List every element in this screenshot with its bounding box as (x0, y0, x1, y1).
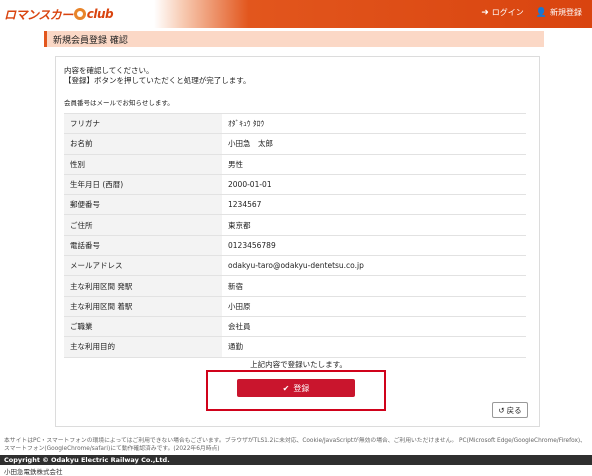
table-row: 電話番号 0123456789 (64, 234, 526, 257)
register-label: 登録 (293, 383, 310, 393)
row-label: 主な利用区間 発駅 (64, 275, 222, 297)
row-label: フリガナ (64, 112, 222, 135)
row-value: 2000-01-01 (222, 173, 526, 196)
row-label: 郵便番号 (64, 194, 222, 216)
logo-text-romancecar: ロマンスカー (4, 7, 73, 22)
row-label: ご住所 (64, 214, 222, 236)
registration-details-table: フリガナ ｵﾀﾞｷｭｳ ﾀﾛｳ お名前 小田急 太郎 性別 男性 生年月日 (西暦) 2… (64, 112, 526, 358)
intro-line-1: 内容を確認してください。 (64, 66, 154, 75)
signup-label: 新規登録 (550, 8, 582, 17)
row-value: 小田急 太郎 (222, 133, 526, 155)
table-row: 生年月日 (西暦) 2000-01-01 (64, 173, 526, 196)
check-icon: ✔ (282, 383, 290, 393)
header-links: ➜ ログイン 👤 新規登録 (481, 7, 582, 18)
row-value: 会社員 (222, 315, 526, 338)
logo-text-club: club (86, 7, 114, 21)
table-row: 主な利用区間 着駅 小田原 (64, 295, 526, 317)
row-label: 生年月日 (西暦) (64, 173, 222, 196)
intro-line-2: 【登録】ボタンを押していただくと処理が完了します。 (64, 76, 251, 85)
footer-note: 本サイトはPC・スマートフォンの環境によってはご利用できない場合もございます。ブ… (4, 438, 586, 452)
page-title-bar: 新規会員登録 確認 (44, 31, 544, 47)
row-value: 東京都 (222, 214, 526, 236)
confirm-message: 上記内容で登録いたします。 (250, 360, 347, 369)
page-title: 新規会員登録 確認 (53, 36, 128, 46)
row-value: 男性 (222, 153, 526, 175)
table-row: 主な利用目的 通勤 (64, 336, 526, 358)
intro-text: 内容を確認してください。 【登録】ボタンを押していただくと処理が完了します。 (64, 66, 251, 86)
back-button[interactable]: ↺ 戻る (492, 402, 528, 418)
table-row: 郵便番号 1234567 (64, 194, 526, 216)
login-link[interactable]: ➜ ログイン (481, 7, 524, 18)
row-label: お名前 (64, 133, 222, 155)
table-row: お名前 小田急 太郎 (64, 133, 526, 155)
row-value: ｵﾀﾞｷｭｳ ﾀﾛｳ (222, 112, 526, 135)
row-label: 電話番号 (64, 234, 222, 257)
row-value: 0123456789 (222, 234, 526, 257)
table-row: 性別 男性 (64, 153, 526, 175)
logo-mark-icon (73, 8, 86, 20)
table-row: ご職業 会社員 (64, 315, 526, 338)
row-value: odakyu-taro@odakyu-dentetsu.co.jp (222, 255, 526, 277)
company-name: 小田急電鉄株式会社 (4, 468, 63, 476)
table-row: フリガナ ｵﾀﾞｷｭｳ ﾀﾛｳ (64, 112, 526, 135)
confirmation-panel: 内容を確認してください。 【登録】ボタンを押していただくと処理が完了します。 会… (55, 56, 540, 427)
copyright-bar: Copyright © Odakyu Electric Railway Co.,… (0, 455, 592, 465)
row-label: ご職業 (64, 315, 222, 338)
undo-arrow-icon: ↺ (498, 405, 505, 415)
row-value: 通勤 (222, 336, 526, 358)
row-label: 主な利用目的 (64, 336, 222, 358)
table-row: ご住所 東京都 (64, 214, 526, 236)
row-value: 新宿 (222, 275, 526, 297)
back-label: 戻る (506, 405, 522, 415)
table-row: メールアドレス odakyu-taro@odakyu-dentetsu.co.jp (64, 255, 526, 277)
row-label: 主な利用区間 着駅 (64, 295, 222, 317)
signup-link[interactable]: 👤 新規登録 (536, 7, 582, 18)
login-label: ログイン (491, 8, 524, 17)
login-icon: ➜ (481, 7, 489, 18)
member-number-note: 会員番号はメールでお知らせします。 (64, 99, 174, 107)
row-label: 性別 (64, 153, 222, 175)
user-plus-icon: 👤 (535, 7, 547, 18)
row-value: 小田原 (222, 295, 526, 317)
romancecar-club-logo[interactable]: ロマンスカー club (4, 5, 114, 23)
register-button[interactable]: ✔ 登録 (237, 379, 355, 397)
row-label: メールアドレス (64, 255, 222, 277)
row-value: 1234567 (222, 194, 526, 216)
site-header: ロマンスカー club ➜ ログイン 👤 新規登録 (0, 0, 592, 28)
table-row: 主な利用区間 発駅 新宿 (64, 275, 526, 297)
